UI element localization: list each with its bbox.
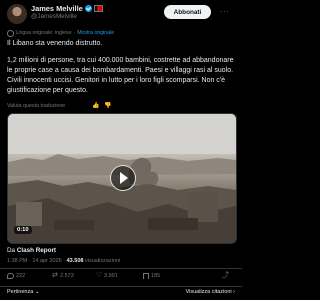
- reply-count: 222: [16, 273, 26, 279]
- sort-relevance-label: Pertinenza: [7, 289, 34, 295]
- show-original-link[interactable]: Mostra originale: [77, 30, 114, 36]
- post-metadata: 1:38 PM · 14 apr 2026 · 43.508 visualizz…: [7, 258, 120, 264]
- translation-separator: ·: [73, 30, 76, 37]
- chevron-right-icon: ›: [233, 289, 235, 295]
- author-handle[interactable]: @JamesMelville: [31, 13, 77, 20]
- verified-badge-icon: [84, 5, 92, 12]
- translation-note: Lingua originale: inglese: [15, 30, 72, 37]
- more-options-icon[interactable]: ···: [220, 7, 230, 16]
- bookmark-count: 185: [151, 273, 161, 279]
- repost-icon: ⇄: [52, 272, 58, 279]
- post-screen: James Melville @JamesMelville Abbonati ·…: [0, 0, 242, 300]
- source-attribution[interactable]: Da Clash Report: [7, 247, 56, 254]
- bookmark-icon: [143, 273, 149, 279]
- view-quotes-label: Visualizza citazioni: [185, 289, 232, 295]
- author-name-row[interactable]: James Melville: [31, 4, 103, 13]
- view-quotes-link[interactable]: Visualizza citazioni ›: [186, 289, 235, 295]
- action-bar: 222 ⇄ 2.573 ♡ 3.991 185 ⤴: [0, 270, 242, 286]
- translation-notice: Lingua originale: inglese · Mostra origi…: [7, 30, 114, 37]
- reply-icon: [7, 273, 14, 279]
- subscribe-button[interactable]: Abbonati: [164, 5, 211, 19]
- divider: [0, 268, 242, 269]
- repost-count: 2.573: [60, 273, 74, 279]
- repost-button[interactable]: ⇄ 2.573: [52, 272, 74, 279]
- bookmark-button[interactable]: 185: [143, 273, 160, 279]
- source-prefix: Da: [7, 247, 16, 254]
- play-button-icon[interactable]: [110, 165, 136, 191]
- like-button[interactable]: ♡ 3.991: [96, 272, 118, 279]
- rate-translation-label: Valuta questa traduzione: [7, 103, 66, 109]
- globe-icon: [7, 30, 14, 37]
- views-count: 43.508: [66, 258, 84, 264]
- share-button[interactable]: ⤴: [222, 272, 229, 279]
- video-duration: 0:10: [14, 226, 32, 234]
- share-icon: ⤴: [222, 272, 229, 279]
- heart-icon: ♡: [96, 272, 103, 279]
- thumbs-down-icon[interactable]: 👎: [104, 102, 111, 109]
- source-name[interactable]: Clash Report: [17, 247, 56, 254]
- replies-sort-bar: Pertinenza ⌄ Visualizza citazioni ›: [0, 286, 242, 300]
- thumbs-up-icon[interactable]: 👍: [92, 102, 99, 109]
- sort-relevance-dropdown[interactable]: Pertinenza ⌄: [7, 289, 39, 295]
- like-count: 3.991: [104, 273, 118, 279]
- post-text-line1: Il Libano sta venendo distrutto.: [7, 40, 103, 47]
- chevron-down-icon: ⌄: [34, 289, 40, 295]
- reply-button[interactable]: 222: [7, 273, 25, 279]
- post-timestamp[interactable]: 1:38 PM · 14 apr 2026 ·: [7, 258, 65, 264]
- author-name[interactable]: James Melville: [31, 4, 83, 13]
- views-label: visualizzazioni: [84, 258, 121, 264]
- flag-icon: [93, 5, 103, 12]
- video-player[interactable]: 0:10: [7, 113, 237, 244]
- avatar[interactable]: [7, 4, 27, 24]
- post-text-body: 1,2 milioni di persone, tra cui 400.000 …: [7, 57, 234, 94]
